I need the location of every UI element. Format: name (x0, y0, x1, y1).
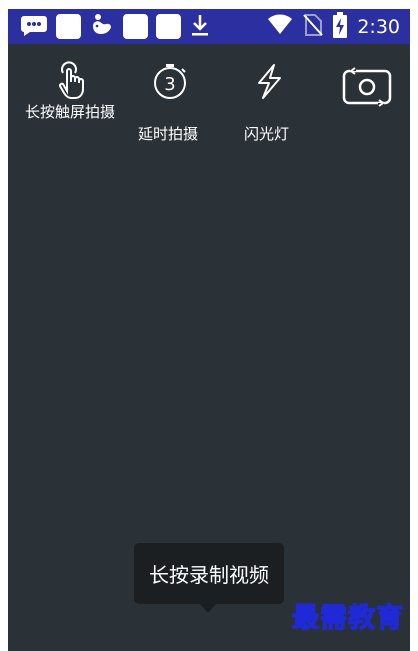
timer-icon: 3 (150, 61, 190, 101)
touch-icon (50, 61, 90, 101)
tooltip-text: 长按录制视频 (149, 563, 269, 587)
square-icon (56, 14, 81, 39)
download-icon (189, 13, 211, 41)
square-icon (123, 14, 148, 39)
status-bar-notifications (20, 13, 211, 40)
wifi-icon (267, 14, 293, 40)
flash-label: 闪光灯 (244, 125, 290, 143)
square-icon (156, 14, 181, 39)
timer-badge: 3 (164, 74, 175, 95)
camera-toolbar: 长按触屏拍摄 3 延时拍摄 闪光灯 (8, 61, 410, 151)
timer-capture-label: 延时拍摄 (138, 125, 199, 143)
touch-capture-button[interactable] (50, 61, 90, 101)
status-bar: 2:30 (8, 9, 410, 44)
timer-capture-button[interactable]: 3 (150, 61, 190, 101)
touch-capture-label: 长按触屏拍摄 (25, 103, 116, 121)
camera-screen: 2:30 长按触屏拍摄 3 延时拍摄 闪光灯 长按录制视频 最需教育 (8, 9, 410, 651)
clock: 2:30 (357, 15, 400, 38)
switch-camera-button[interactable] (341, 67, 393, 107)
no-sim-icon (303, 13, 324, 41)
battery-charging-icon (333, 11, 348, 42)
flash-icon (252, 61, 286, 101)
watermark-logo: 最需教育 (291, 602, 404, 634)
bird-icon (89, 12, 115, 42)
message-icon (20, 13, 48, 41)
tooltip-arrow (199, 603, 217, 613)
record-video-tooltip: 长按录制视频 (134, 543, 284, 604)
flash-button[interactable] (252, 61, 286, 101)
status-bar-system: 2:30 (267, 11, 400, 42)
switch-camera-icon (341, 67, 393, 107)
